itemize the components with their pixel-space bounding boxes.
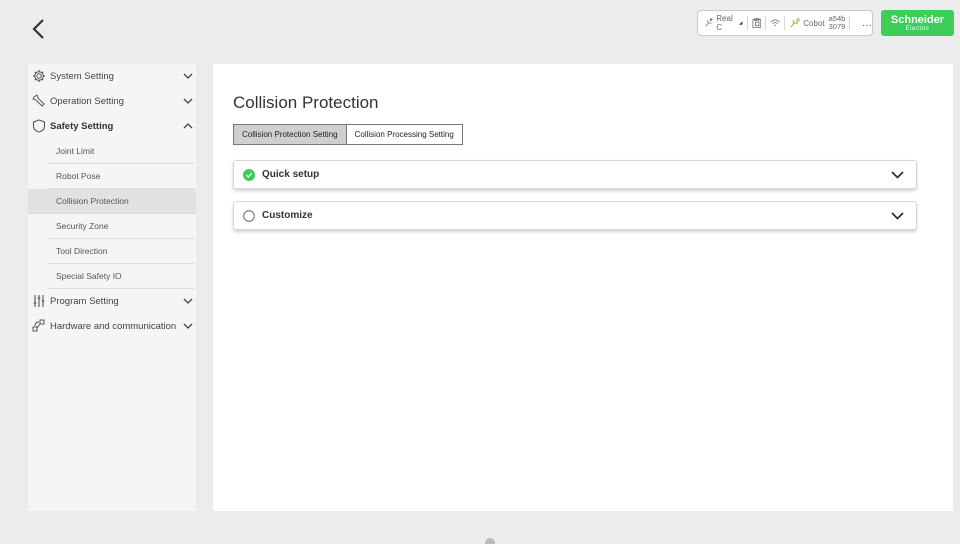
sidebar-subitem-joint-limit[interactable]: Joint Limit [48,139,194,164]
sidebar-item-label: Safety Setting [50,121,114,132]
sidebar-item-label: Hardware and communication [50,321,177,332]
corner-triangle-icon [739,21,743,25]
cobot-id: a54b 3079 [829,15,846,31]
tab-collision-protection-setting[interactable]: Collision Protection Setting [233,124,347,145]
divider [849,16,851,30]
sidebar-item-label: Program Setting [50,296,119,307]
chevron-down-icon [183,323,193,329]
sidebar-item-system-setting[interactable]: System Setting [28,64,196,89]
shield-icon [32,119,46,133]
robot-arm-icon [705,18,713,27]
wifi-icon[interactable] [770,18,780,28]
robot-mode-label: Real C [716,14,733,32]
sidebar-item-label: System Setting [50,71,114,82]
customize-panel[interactable]: Customize [233,201,917,230]
sidebar-subitem-collision-protection[interactable]: Collision Protection [28,189,196,214]
wrench-icon [32,94,45,107]
brand-sub: Electric [905,25,930,32]
cobot-icon [790,18,800,28]
divider [746,16,748,30]
chevron-down-icon [183,73,193,79]
page-title: Collision Protection [233,93,379,112]
brand-logo: Schneider Electric [881,10,954,36]
more-button[interactable]: ... [862,18,872,29]
chevron-down-icon[interactable] [891,211,904,221]
sidebar-subitem-robot-pose[interactable]: Robot Pose [48,164,194,189]
cobot-indicator[interactable]: Cobot a54b 3079 [789,11,845,35]
brand-name: Schneider [890,13,945,26]
network-icon [32,319,45,332]
sidebar-item-operation-setting[interactable]: Operation Setting [28,89,196,114]
chevron-left-icon [32,19,44,39]
gear-icon [33,70,45,82]
tab-collision-processing-setting[interactable]: Collision Processing Setting [346,124,463,145]
quick-setup-panel[interactable]: Quick setup [233,160,917,189]
clipboard-icon[interactable] [751,17,762,29]
sidebar-item-hardware-communication[interactable]: Hardware and communication [28,314,196,339]
chevron-down-icon [183,298,193,304]
back-button[interactable] [28,16,52,42]
sidebar-subitem-tool-direction[interactable]: Tool Direction [48,239,194,264]
sidebar-subitem-security-zone[interactable]: Security Zone [48,214,194,239]
check-circle-icon[interactable] [243,169,255,181]
sidebar-subitem-special-safety-io[interactable]: Special Safety IO [48,264,194,289]
status-bar: Real C Cobot a54b 3079 ... [697,10,873,36]
quick-setup-label: Quick setup [262,169,320,180]
sidebar-item-label: Operation Setting [50,96,124,107]
divider [784,16,786,30]
chevron-down-icon [183,98,193,104]
robot-mode-indicator[interactable]: Real C [704,11,743,35]
sliders-icon [33,295,45,307]
chevron-down-icon[interactable] [891,170,904,180]
customize-label: Customize [262,210,313,221]
cobot-id-line2: 3079 [828,22,846,31]
bottom-drawer-handle[interactable] [485,538,495,544]
tab-bar: Collision Protection Setting Collision P… [233,124,463,145]
sidebar-item-program-setting[interactable]: Program Setting [28,289,196,314]
divider [765,16,766,30]
chevron-up-icon [183,123,193,129]
sidebar: System Setting Operation Setting Safety … [28,64,196,511]
sidebar-item-safety-setting[interactable]: Safety Setting [28,114,196,139]
radio-unchecked-icon[interactable] [243,210,255,222]
main-content: Collision Protection Collision Protectio… [213,64,953,511]
cobot-label: Cobot [803,18,825,28]
